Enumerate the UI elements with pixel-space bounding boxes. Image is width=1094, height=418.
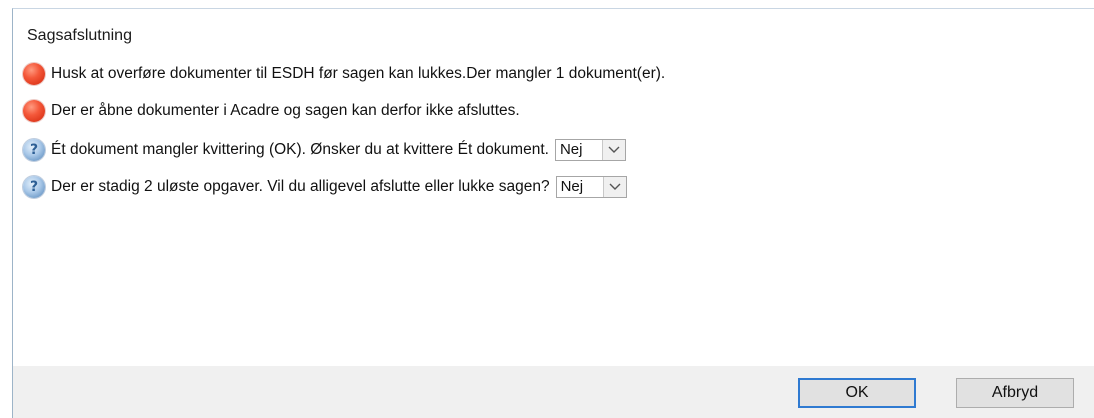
message-row-1: Husk at overføre dokumenter til ESDH før…: [23, 61, 665, 87]
message-text: Der er stadig 2 uløste opgaver. Vil du a…: [51, 178, 550, 195]
message-text: Husk at overføre dokumenter til ESDH før…: [51, 65, 666, 82]
select-value: Nej: [559, 141, 583, 158]
afslut-select[interactable]: Nej: [555, 176, 627, 198]
question-icon: ?: [23, 176, 45, 198]
message-text: Der er åbne dokumenter i Acadre og sagen…: [51, 102, 520, 119]
question-icon: ?: [23, 139, 45, 161]
message-row-3: ? Ét dokument mangler kvittering (OK). Ø…: [23, 137, 626, 163]
dialog-content: Sagsafslutning Husk at overføre dokument…: [12, 8, 1094, 418]
dialog-footer: [12, 366, 1094, 418]
kvittering-select[interactable]: Nej: [554, 139, 626, 161]
dialog-title: Sagsafslutning: [27, 27, 132, 44]
top-strip: [0, 0, 1094, 8]
ok-button[interactable]: OK: [798, 378, 916, 408]
chevron-down-icon[interactable]: [602, 177, 626, 197]
message-row-2: Der er åbne dokumenter i Acadre og sagen…: [23, 98, 520, 124]
cancel-button[interactable]: Afbryd: [956, 378, 1074, 408]
dialog-window: Sagsafslutning Husk at overføre dokument…: [0, 0, 1094, 418]
error-icon: [23, 100, 45, 122]
message-text: Ét dokument mangler kvittering (OK). Øns…: [51, 141, 549, 158]
error-icon: [23, 63, 45, 85]
select-value: Nej: [560, 178, 584, 195]
message-row-4: ? Der er stadig 2 uløste opgaver. Vil du…: [23, 174, 627, 200]
chevron-down-icon[interactable]: [601, 140, 625, 160]
